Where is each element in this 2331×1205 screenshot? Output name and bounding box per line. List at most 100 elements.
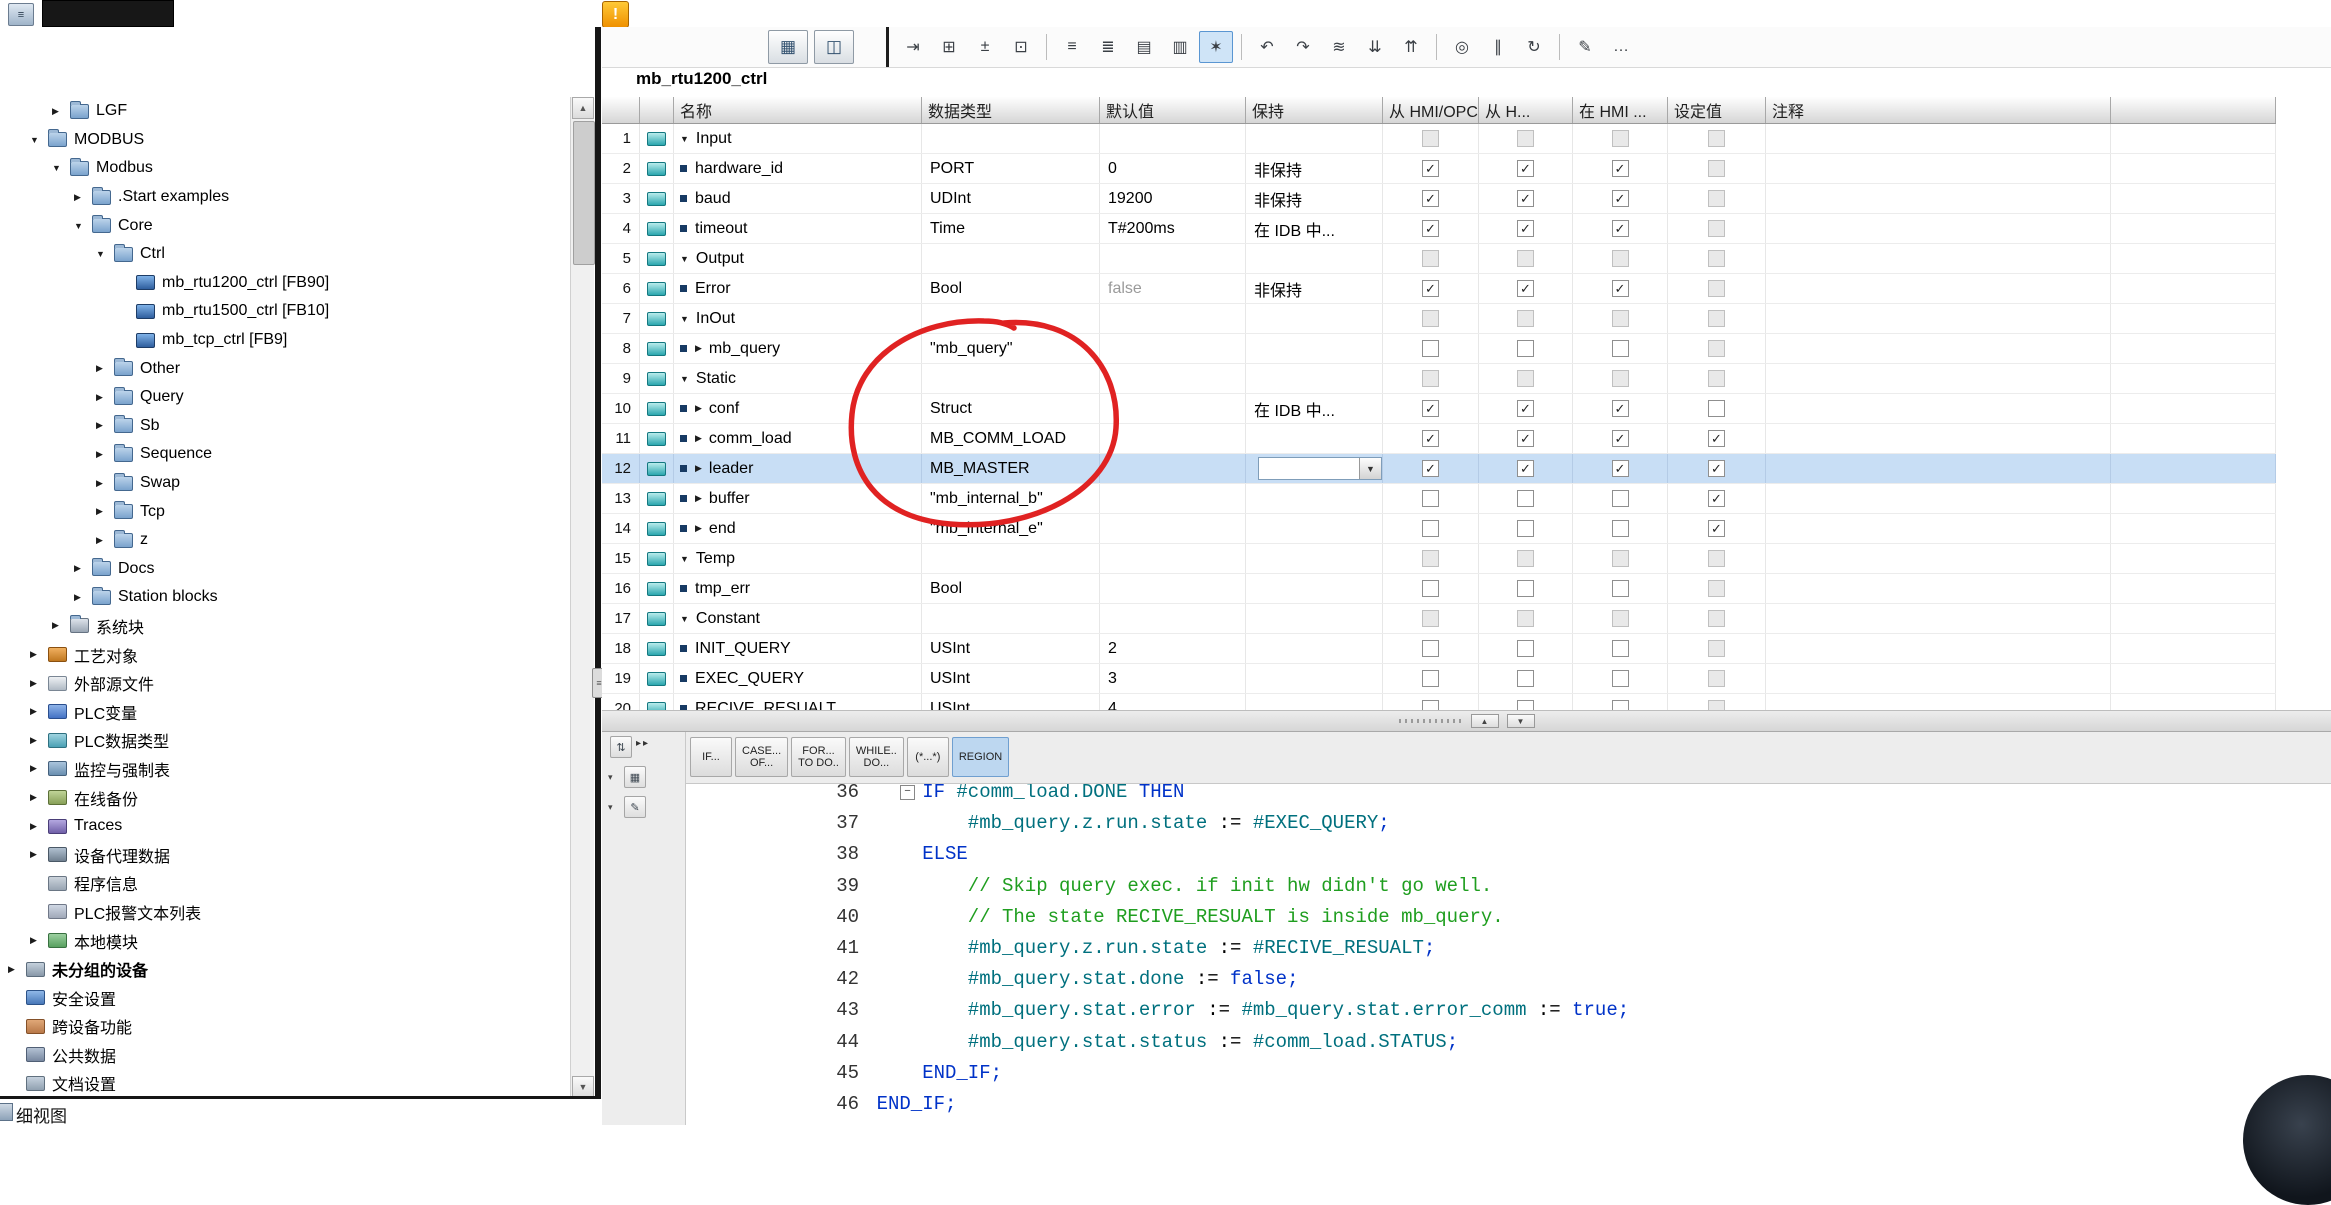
name-cell[interactable]: tmp_err [674, 574, 922, 603]
column-header-hmi3[interactable]: 在 HMI ... [1573, 97, 1668, 123]
hmi-writable-checkbox[interactable] [1517, 490, 1534, 507]
hmi-writable-checkbox[interactable]: ✓ [1517, 190, 1534, 207]
data-type-cell[interactable]: Struct [922, 394, 1100, 423]
collapse-arrow-icon[interactable]: ▼ [74, 221, 92, 231]
comment-cell[interactable] [1766, 244, 2111, 273]
name-cell[interactable]: ▼Output [674, 244, 922, 273]
column-header-icon[interactable] [640, 97, 674, 123]
hmi-accessible-checkbox[interactable] [1422, 340, 1439, 357]
hmi-visible-checkbox[interactable] [1612, 640, 1629, 657]
splitter-up-icon[interactable]: ▲ [1471, 714, 1499, 728]
retain-cell[interactable] [1246, 514, 1383, 543]
data-type-cell[interactable]: Bool [922, 274, 1100, 303]
hmi-accessible-checkbox[interactable] [1422, 520, 1439, 537]
tree-item[interactable]: ▶Swap [0, 469, 570, 498]
table-row[interactable]: 8▶mb_query"mb_query" [602, 334, 2276, 364]
name-cell[interactable]: ▼Constant [674, 604, 922, 633]
comment-cell[interactable] [1766, 304, 2111, 333]
tree-item[interactable]: ▶工艺对象 [0, 640, 570, 669]
comment-cell[interactable] [1766, 424, 2111, 453]
tree-item[interactable]: ▶PLC变量 [0, 697, 570, 726]
collapse-arrow-icon[interactable]: ▼ [52, 163, 70, 173]
hmi-accessible-checkbox[interactable]: ✓ [1422, 160, 1439, 177]
data-type-cell[interactable] [922, 124, 1100, 153]
sort-blocks-icon[interactable]: ⇅ [610, 736, 632, 758]
retain-cell[interactable] [1246, 664, 1383, 693]
horizontal-splitter[interactable]: ▲ ▼ [602, 710, 2331, 732]
upload-icon[interactable]: ⇈ [1394, 31, 1428, 63]
expand-member-icon[interactable]: ▶ [695, 343, 702, 354]
dropdown-caret-icon[interactable]: ▾ [608, 772, 613, 783]
hmi-accessible-checkbox[interactable]: ✓ [1422, 400, 1439, 417]
data-type-cell[interactable] [922, 244, 1100, 273]
table-row[interactable]: 17▼Constant [602, 604, 2276, 634]
expand-arrow-icon[interactable]: ▶ [30, 706, 48, 717]
table-row[interactable]: 19EXEC_QUERYUSInt3 [602, 664, 2276, 694]
tree-item[interactable]: ▶系统块 [0, 612, 570, 641]
hmi-visible-checkbox[interactable]: ✓ [1612, 220, 1629, 237]
name-cell[interactable]: ▶buffer [674, 484, 922, 513]
expand-arrow-icon[interactable]: ▶ [96, 363, 114, 374]
default-value-cell[interactable] [1100, 544, 1246, 573]
hmi-visible-checkbox[interactable]: ✓ [1612, 160, 1629, 177]
undo-icon[interactable]: ↶ [1250, 31, 1284, 63]
tree-item[interactable]: ▶Other [0, 354, 570, 383]
favorites-icon[interactable]: ✶ [1199, 31, 1233, 63]
default-value-cell[interactable]: false [1100, 274, 1246, 303]
expand-arrow-icon[interactable]: ▶ [30, 678, 48, 689]
name-cell[interactable]: ▼Temp [674, 544, 922, 573]
retain-cell[interactable]: ▼ [1246, 454, 1383, 483]
tree-item[interactable]: ▶Query [0, 383, 570, 412]
edit-mode-icon[interactable]: ✎ [624, 796, 646, 818]
retain-cell[interactable] [1246, 244, 1383, 273]
column-header-hmi2[interactable]: 从 H... [1479, 97, 1573, 123]
default-value-cell[interactable]: 2 [1100, 634, 1246, 663]
collapse-arrow-icon[interactable]: ▼ [30, 135, 48, 145]
default-value-cell[interactable] [1100, 124, 1246, 153]
column-header-hmi1[interactable]: 从 HMI/OPC.. [1383, 97, 1479, 123]
tree-scrollbar[interactable]: ▲ ▼ [570, 97, 594, 1098]
tree-item[interactable]: ▶z [0, 526, 570, 555]
hmi-accessible-checkbox[interactable] [1422, 490, 1439, 507]
name-cell[interactable]: ▼Input [674, 124, 922, 153]
default-value-cell[interactable]: 19200 [1100, 184, 1246, 213]
add-row-icon[interactable]: ⊞ [932, 31, 966, 63]
expand-arrow-icon[interactable]: ▶ [96, 506, 114, 517]
hmi-accessible-checkbox[interactable] [1422, 640, 1439, 657]
refresh-icon[interactable]: ↻ [1517, 31, 1551, 63]
hmi-writable-checkbox[interactable]: ✓ [1517, 220, 1534, 237]
hmi-writable-checkbox[interactable] [1517, 640, 1534, 657]
hmi-visible-checkbox[interactable] [1612, 490, 1629, 507]
expand-arrow-icon[interactable]: ▶ [96, 449, 114, 460]
default-value-cell[interactable] [1100, 514, 1246, 543]
comment-cell[interactable] [1766, 664, 2111, 693]
column-header-type[interactable]: 数据类型 [922, 97, 1100, 123]
tree-item[interactable]: ▶本地模块 [0, 926, 570, 955]
collapse-all-icon[interactable]: ▥ [1163, 31, 1197, 63]
hmi-visible-checkbox[interactable] [1612, 340, 1629, 357]
data-type-cell[interactable]: MB_COMM_LOAD [922, 424, 1100, 453]
section-collapse-icon[interactable]: ▼ [680, 254, 689, 264]
setpoint-checkbox[interactable]: ✓ [1708, 490, 1725, 507]
comment-cell[interactable] [1766, 544, 2111, 573]
column-header-name[interactable]: 名称 [674, 97, 922, 123]
more-icon[interactable]: … [1604, 31, 1638, 63]
tree-item[interactable]: ▶.Start examples [0, 183, 570, 212]
hmi-accessible-checkbox[interactable]: ✓ [1422, 190, 1439, 207]
name-cell[interactable]: ▶conf [674, 394, 922, 423]
comment-cell[interactable] [1766, 274, 2111, 303]
comment-cell[interactable] [1766, 604, 2111, 633]
copy-snapshot-to-start-icon[interactable]: ≡ [1055, 31, 1089, 63]
default-value-cell[interactable] [1100, 484, 1246, 513]
data-type-cell[interactable]: USInt [922, 634, 1100, 663]
default-value-cell[interactable] [1100, 304, 1246, 333]
table-row[interactable]: 15▼Temp [602, 544, 2276, 574]
comment-cell[interactable] [1766, 484, 2111, 513]
expand-arrow-icon[interactable]: ▶ [8, 964, 26, 975]
name-cell[interactable]: baud [674, 184, 922, 213]
data-type-cell[interactable]: PORT [922, 154, 1100, 183]
tree-item[interactable]: ▶Sb [0, 412, 570, 441]
comment-cell[interactable] [1766, 574, 2111, 603]
split-view-icon[interactable]: ◫ [814, 30, 854, 64]
default-value-cell[interactable] [1100, 424, 1246, 453]
